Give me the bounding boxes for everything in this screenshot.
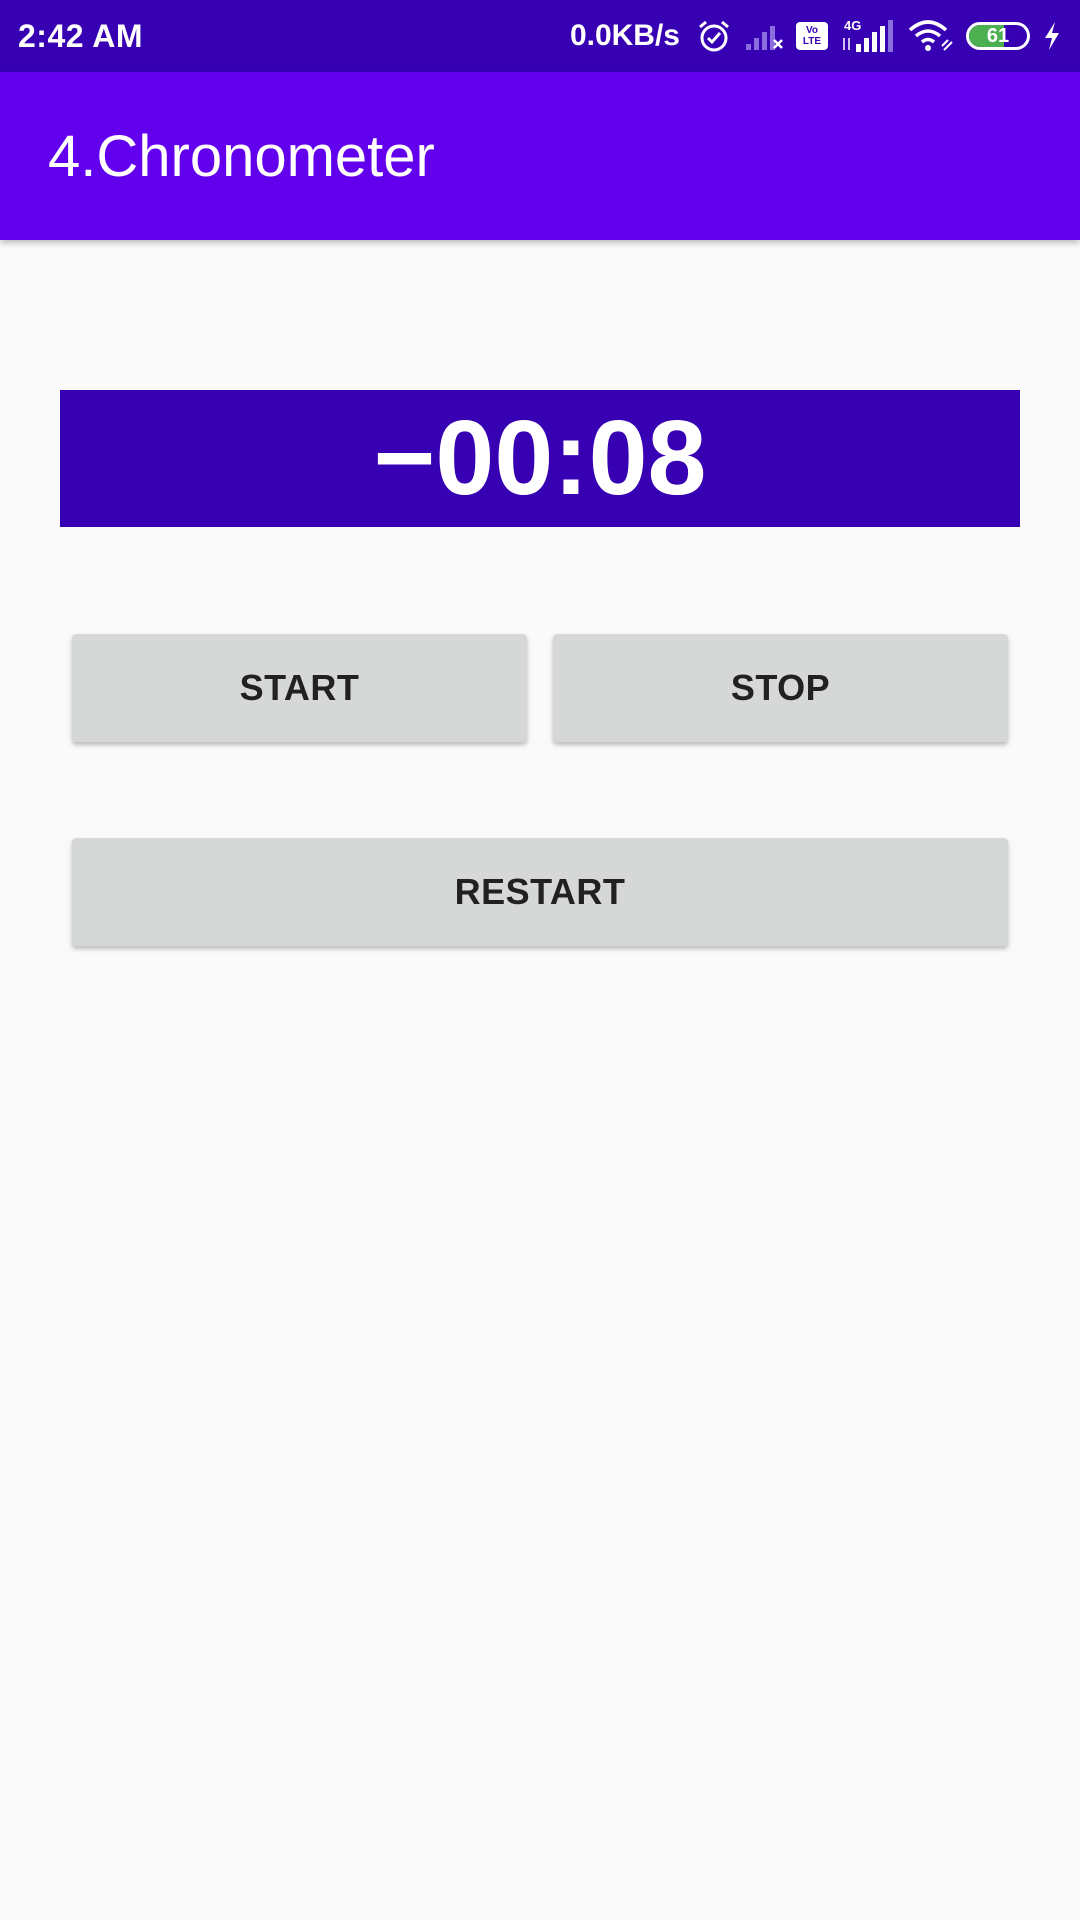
app-title: 4.Chronometer [48,123,435,189]
signal-4g-icon: 4G [840,18,894,54]
restart-button[interactable]: RESTART [72,838,1008,946]
charging-icon [1042,20,1062,52]
no-signal-icon [744,20,784,52]
start-button[interactable]: START [72,634,527,742]
volte-icon: Vo LTE [796,22,828,50]
wifi-icon [906,18,954,54]
app-bar: 4.Chronometer [0,72,1080,240]
stop-button[interactable]: STOP [553,634,1008,742]
network-speed: 0.0KB/s [569,19,680,52]
volte-top-label: Vo [805,25,819,36]
status-bar: 2:42 AM 0.0KB/s Vo LTE 4G 61 [0,0,1080,72]
battery-icon: 61 [966,22,1030,50]
alarm-icon [696,18,732,54]
chronometer-display: −00:08 [60,390,1020,527]
status-icons: 0.0KB/s Vo LTE 4G 61 [570,18,1062,54]
status-time: 2:42 AM [18,17,144,54]
volte-bottom-label: LTE [802,36,822,47]
battery-level: 61 [986,24,1010,47]
